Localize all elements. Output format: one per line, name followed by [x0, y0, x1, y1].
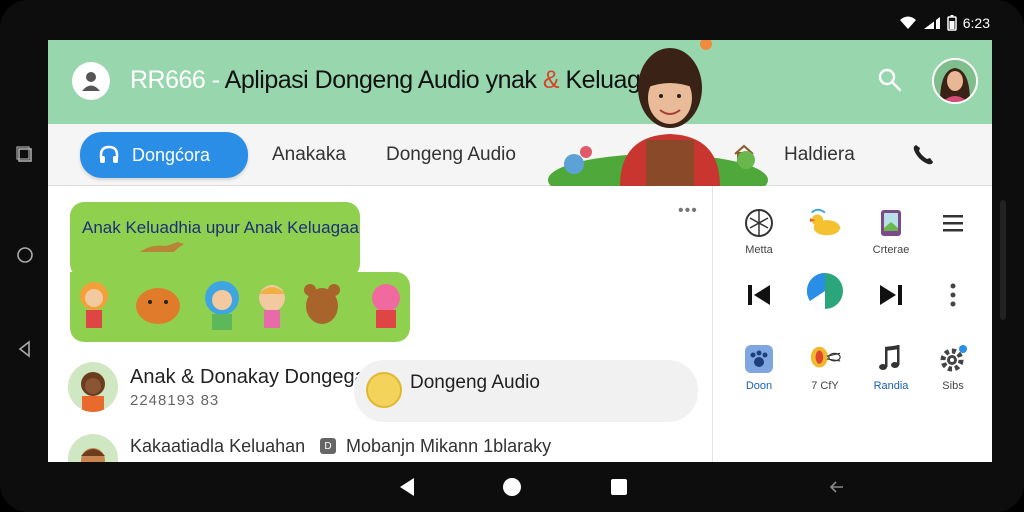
banner-title: Anak Keluadhia upur Anak Keluagaa [82, 218, 359, 237]
volume-rocker [1000, 200, 1006, 320]
smiley-icon [366, 372, 402, 408]
home-circle-icon[interactable] [14, 244, 36, 266]
dinosaur-icon [140, 242, 184, 252]
panel-item-menu[interactable] [923, 206, 983, 266]
back-arrow-icon[interactable] [826, 476, 848, 498]
list-item-subtitle: 2248193 83 [130, 392, 220, 409]
mirror-icon [874, 206, 908, 240]
search-button[interactable] [876, 66, 904, 94]
globe-icon [742, 206, 776, 240]
status-bar: 6:23 [899, 12, 990, 34]
phone-icon[interactable] [910, 142, 936, 168]
playback-progress[interactable] [795, 272, 855, 332]
hero-child-illustration [548, 40, 768, 206]
app-screen: RR666 - Aplipasi Dongeng Audio ynak & Ke… [48, 40, 992, 462]
next-button[interactable] [861, 278, 921, 338]
avatar [68, 434, 118, 462]
device-frame: 6:23 RR666 - Aplipasi Dongeng Audio ynak… [0, 0, 1024, 512]
overview-icon[interactable] [608, 476, 630, 498]
back-icon[interactable] [14, 338, 36, 360]
list-item[interactable]: Anak & Donakay Dongega 2248193 83 Dongen… [68, 360, 708, 422]
player-panel: Metta Crterae Doon 7 CfY Randia Sibs [712, 186, 992, 462]
paw-icon [742, 342, 776, 376]
dongeng-audio-chip[interactable]: Dongeng Audio [354, 360, 698, 422]
chip-label: Dongeng Audio [410, 372, 540, 393]
menu-icon [936, 206, 970, 240]
settings-icon [936, 342, 970, 376]
profile-avatar[interactable] [932, 58, 978, 104]
more-horizontal-icon[interactable]: ••• [678, 202, 698, 220]
back-triangle-icon[interactable] [396, 476, 418, 498]
main-content: ••• Anak Keluadhia upur Anak Keluagaa An… [48, 186, 712, 462]
headphones-icon [99, 145, 119, 163]
person-icon [82, 72, 100, 91]
panel-item-sibs[interactable]: Sibs [923, 342, 983, 402]
badge-icon: D [320, 438, 336, 454]
progress-icon [806, 272, 844, 310]
system-navigation-bar [48, 462, 992, 512]
panel-item-crterae[interactable]: Crterae [861, 206, 921, 266]
avatar [68, 362, 118, 412]
tab-bar: Dongćora Anakaka Dongeng Audio Haldiera [48, 124, 992, 186]
previous-icon [742, 278, 776, 312]
status-time: 6:23 [962, 15, 990, 31]
list-item-description: Mobanjn Mikann 1blaraky [346, 436, 552, 456]
search-icon [878, 68, 902, 92]
panel-item-doon[interactable]: Doon [729, 342, 789, 402]
panel-item-7cfy[interactable]: 7 CfY [795, 342, 855, 402]
wifi-icon [899, 16, 916, 29]
more-vertical-icon [936, 278, 970, 312]
more-options-button[interactable] [923, 278, 983, 338]
app-bar: RR666 - Aplipasi Dongeng Audio ynak & Ke… [48, 40, 992, 124]
tab-dongeng-audio[interactable]: Dongeng Audio [386, 144, 516, 166]
tab-anakaka[interactable]: Anakaka [272, 144, 346, 166]
featured-banner[interactable] [70, 202, 360, 278]
list-item-title: Kakaatiadla Keluahan [130, 436, 306, 456]
music-icon [874, 342, 908, 376]
list-item-title: Anak & Donakay Dongega [130, 366, 366, 388]
previous-button[interactable] [729, 278, 789, 338]
list-item[interactable]: Kakaatiadla Keluahan D Mobanjn Mikann 1b… [68, 432, 708, 462]
tab-haldiera[interactable]: Haldiera [784, 144, 855, 166]
character-illustrations [80, 281, 400, 330]
tab-label: Dongćora [132, 144, 211, 165]
panel-item-duck[interactable] [795, 206, 855, 266]
panel-item-randia[interactable]: Randia [861, 342, 921, 402]
account-button[interactable] [72, 62, 110, 100]
duck-icon [808, 206, 842, 240]
side-navigation [10, 140, 40, 380]
home-button-icon[interactable] [501, 476, 523, 498]
panel-item-metta[interactable]: Metta [729, 206, 789, 266]
next-icon [874, 278, 908, 312]
battery-icon [947, 15, 957, 31]
tab-dongeng-cerita[interactable]: Dongćora [80, 132, 248, 178]
balloon-icon [808, 342, 842, 376]
signal-icon [923, 17, 940, 29]
recents-icon[interactable] [14, 144, 36, 166]
